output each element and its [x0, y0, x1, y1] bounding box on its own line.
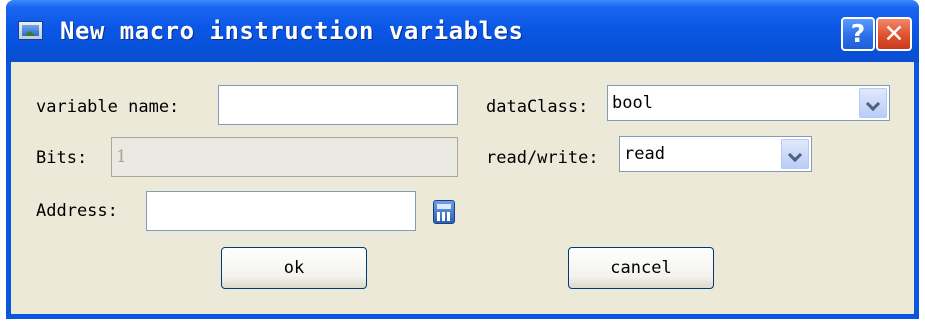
variable-name-input[interactable] [218, 85, 458, 125]
data-class-select[interactable]: bool [607, 85, 890, 121]
dialog-body: variable name: dataClass: bool Bits: 1 r… [11, 62, 914, 314]
data-class-value: bool [612, 93, 653, 113]
read-write-select[interactable]: read [619, 136, 812, 172]
read-write-label: read/write: [486, 148, 599, 168]
title-bar[interactable]: New macro instruction variables ? ✕ [6, 0, 919, 62]
chevron-down-icon[interactable] [859, 88, 887, 118]
dialog-title: New macro instruction variables [60, 17, 524, 45]
address-input[interactable] [146, 191, 416, 231]
dialog-window: New macro instruction variables ? ✕ vari… [6, 0, 919, 319]
close-button[interactable]: ✕ [876, 17, 912, 51]
help-button[interactable]: ? [841, 17, 875, 51]
address-label: Address: [36, 201, 118, 221]
read-write-value: read [624, 144, 665, 164]
bits-input: 1 [111, 137, 458, 177]
window-app-icon [18, 21, 43, 40]
bits-value: 1 [116, 147, 127, 167]
ok-button[interactable]: ok [221, 247, 367, 289]
bits-label: Bits: [36, 148, 88, 168]
cancel-button[interactable]: cancel [568, 247, 714, 289]
calculator-icon[interactable] [433, 200, 455, 224]
chevron-down-icon[interactable] [781, 139, 809, 169]
data-class-label: dataClass: [486, 97, 589, 117]
variable-name-label: variable name: [36, 97, 180, 117]
